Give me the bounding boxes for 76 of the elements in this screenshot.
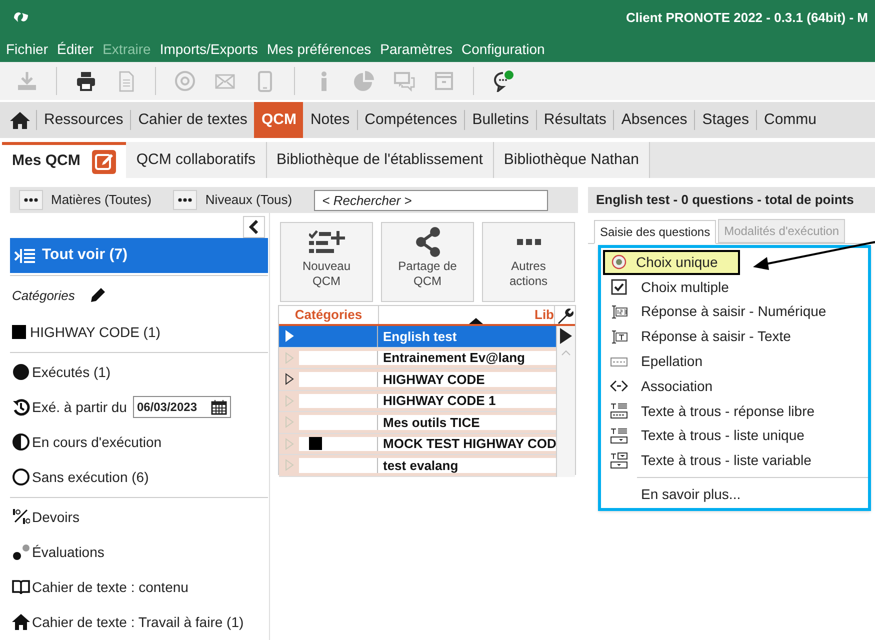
module-tab[interactable]: QCM bbox=[254, 102, 304, 138]
module-tab[interactable]: Stages bbox=[695, 102, 756, 138]
module-tab[interactable]: Notes bbox=[303, 102, 357, 138]
learn-more-link[interactable]: En savoir plus... bbox=[641, 484, 741, 505]
sub-tab[interactable]: Bibliothèque Nathan bbox=[494, 142, 650, 178]
menu-option[interactable]: Texte à trous - liste unique bbox=[637, 425, 804, 446]
module-tab[interactable]: Bulletins bbox=[465, 102, 536, 138]
column-header[interactable]: Lib bbox=[534, 305, 554, 325]
menu-option[interactable]: Association bbox=[637, 376, 713, 397]
sub-tab-label: Bibliothèque de l'établissement bbox=[276, 150, 483, 170]
sub-tab[interactable]: Mes QCM bbox=[2, 142, 126, 178]
action-label: Partage de QCM bbox=[397, 259, 458, 289]
status-filter[interactable]: En cours d'exécution bbox=[32, 432, 162, 453]
table-cell: Mes outils TICE bbox=[383, 415, 480, 430]
sub-tab[interactable]: Bibliothèque de l'établissement bbox=[266, 142, 494, 178]
sidebar-link[interactable]: Devoirs bbox=[32, 506, 80, 528]
date-field[interactable]: 06/03/2023 bbox=[132, 396, 231, 418]
menu-item[interactable]: Fichier bbox=[6, 38, 48, 60]
show-all-item[interactable]: Tout voir (7) bbox=[10, 238, 268, 274]
menu-item[interactable]: Paramètres bbox=[380, 38, 452, 60]
search-field[interactable]: < Rechercher > bbox=[314, 190, 548, 210]
table-row[interactable]: HIGHWAY CODE 1 bbox=[279, 390, 556, 412]
table-cell: Entrainement Ev@lang bbox=[383, 350, 525, 365]
sub-tab-label: Mes QCM bbox=[12, 151, 80, 172]
menu-option[interactable]: Choix multiple bbox=[637, 276, 729, 298]
column-header[interactable]: Catégories bbox=[279, 306, 379, 324]
status-filter[interactable]: Exé. à partir du bbox=[32, 396, 127, 418]
action-label: Nouveau QCM bbox=[301, 259, 352, 289]
action-button[interactable]: Autres actions bbox=[482, 222, 575, 302]
menu-option[interactable]: Texte à trous - réponse libre bbox=[637, 400, 815, 422]
table-cell: test evalang bbox=[383, 458, 458, 472]
window-title: Client PRONOTE 2022 - 0.3.1 (64bit) - M bbox=[626, 9, 868, 28]
menu-option[interactable]: Réponse à saisir - Numérique bbox=[637, 301, 826, 322]
panel-tab[interactable]: Saisie des questions bbox=[594, 220, 716, 244]
table-row[interactable]: test evalang bbox=[279, 455, 556, 476]
module-tab[interactable]: Cahier de textes bbox=[131, 102, 254, 138]
module-tab[interactable]: Ressources bbox=[37, 102, 130, 138]
categories-heading: Catégories bbox=[12, 286, 75, 305]
module-tab[interactable]: Compétences bbox=[358, 102, 464, 138]
sidebar-link[interactable]: Évaluations bbox=[32, 542, 104, 563]
table-row[interactable]: Mes outils TICE bbox=[279, 412, 556, 434]
sub-tab-label: Bibliothèque Nathan bbox=[504, 150, 639, 170]
show-all-label: Tout voir (7) bbox=[42, 245, 128, 266]
sub-tab-label: QCM collaboratifs bbox=[136, 150, 256, 170]
menu-item[interactable]: Mes préférences bbox=[266, 38, 372, 60]
sidebar-link[interactable]: Cahier de texte : Travail à faire (1) bbox=[32, 612, 244, 633]
menu-item[interactable]: Éditer bbox=[57, 38, 94, 60]
sidebar-link[interactable]: Cahier de texte : contenu bbox=[32, 576, 188, 598]
module-tab[interactable]: Absences bbox=[614, 102, 694, 138]
table-row[interactable]: Entrainement Ev@lang bbox=[279, 348, 556, 369]
table-cell-text: English test bbox=[383, 328, 457, 346]
menu-item[interactable]: Configuration bbox=[462, 38, 545, 60]
level-filter[interactable]: Niveaux (Tous) bbox=[205, 190, 292, 210]
action-button[interactable]: Partage de QCM bbox=[381, 222, 474, 302]
menu-item[interactable]: Imports/Exports bbox=[160, 38, 258, 60]
sub-tab[interactable]: QCM collaboratifs bbox=[126, 142, 267, 178]
menu-option[interactable]: Réponse à saisir - Texte bbox=[637, 326, 791, 348]
table-cell: HIGHWAY CODE 1 bbox=[383, 394, 496, 408]
action-button[interactable]: Nouveau QCM bbox=[280, 222, 373, 302]
status-filter[interactable]: Exécutés (1) bbox=[32, 362, 111, 383]
status-filter[interactable]: Sans exécution (6) bbox=[32, 466, 149, 488]
table-row[interactable]: MOCK TEST HIGHWAY COD bbox=[279, 434, 556, 455]
panel-header: English test - 0 questions - total de points bbox=[588, 187, 875, 213]
subject-filter[interactable]: Matières (Toutes) bbox=[51, 190, 152, 210]
table-row[interactable]: HIGHWAY CODE bbox=[279, 369, 556, 390]
action-label: Autres actions bbox=[508, 259, 549, 289]
category-item[interactable]: HIGHWAY CODE (1) bbox=[30, 322, 160, 343]
menu-option[interactable]: Texte à trous - liste variable bbox=[637, 450, 812, 472]
table-cell: MOCK TEST HIGHWAY COD bbox=[383, 436, 556, 451]
menu-option[interactable]: Choix unique bbox=[603, 250, 740, 275]
menu-option[interactable]: Epellation bbox=[637, 351, 702, 372]
table-row[interactable]: English test bbox=[279, 326, 556, 348]
module-tab[interactable]: Résultats bbox=[536, 102, 614, 138]
table-cell: HIGHWAY CODE bbox=[383, 372, 485, 386]
date-value: 06/03/2023 bbox=[136, 399, 197, 416]
module-tab[interactable]: Commu bbox=[757, 102, 824, 138]
